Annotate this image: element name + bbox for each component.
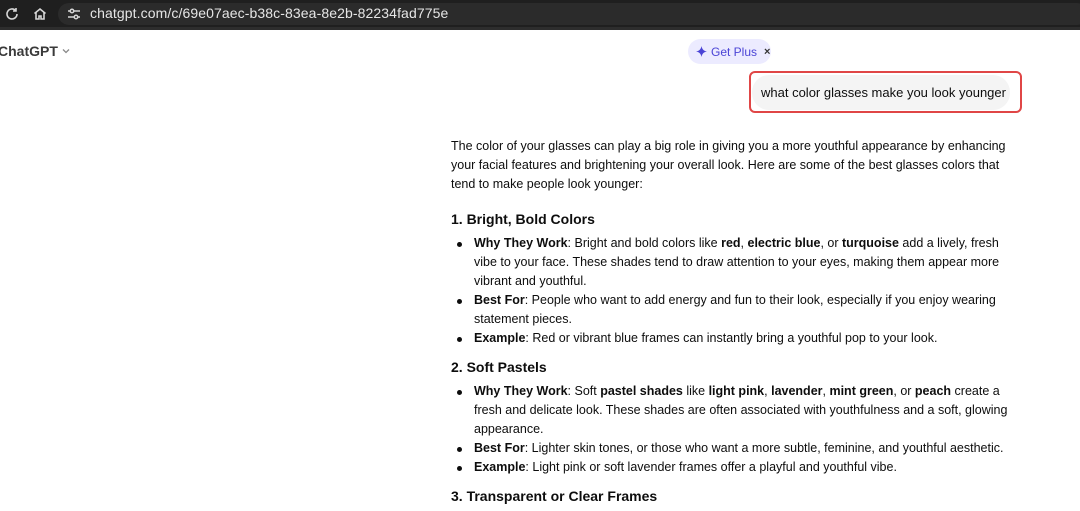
url-text[interactable]: chatgpt.com/c/69e07aec-b38c-83ea-8e2b-82… <box>90 5 448 21</box>
assistant-message: The color of your glasses can play a big… <box>451 137 1021 511</box>
section-heading: 1. Bright, Bold Colors <box>451 211 595 227</box>
annotation-highlight-box <box>749 71 1022 113</box>
item-bold: lavender <box>771 384 823 398</box>
chevron-down-icon <box>62 49 70 54</box>
home-icon[interactable] <box>32 6 48 22</box>
model-selector[interactable]: ChatGPT <box>0 43 71 59</box>
list-item: Best For: Lighter skin tones, or those w… <box>451 439 1021 458</box>
list-item: Best For: People who want to add energy … <box>451 291 1021 329</box>
item-label: Best For <box>474 441 525 455</box>
section-list: Why They Work: Bright and bold colors li… <box>451 234 1021 348</box>
item-text: like <box>682 384 709 398</box>
item-text: , or <box>893 384 915 398</box>
reload-icon[interactable] <box>4 6 20 22</box>
get-plus-label: Get Plus <box>711 44 758 59</box>
item-text: : Soft <box>567 384 601 398</box>
item-bold: electric blue <box>747 236 821 250</box>
sparkle-icon <box>696 46 707 57</box>
get-plus-button[interactable]: Get Plus × <box>688 39 771 64</box>
item-label: Example <box>474 331 526 345</box>
list-item: Example: Red or vibrant blue frames can … <box>451 329 1021 348</box>
item-label: Why They Work <box>474 236 568 250</box>
section-list: Why They Work: Soft pastel shades like l… <box>451 382 1021 477</box>
item-label: Why They Work <box>474 384 568 398</box>
section-heading: 2. Soft Pastels <box>451 359 547 375</box>
item-bold: red <box>721 236 741 250</box>
item-label: Example <box>474 460 526 474</box>
browser-toolbar: chatgpt.com/c/69e07aec-b38c-83ea-8e2b-82… <box>0 0 1080 30</box>
item-text: : Red or vibrant blue frames can instant… <box>525 331 938 345</box>
item-bold: turquoise <box>842 236 899 250</box>
item-bold: peach <box>914 384 952 398</box>
item-bold: light pink <box>708 384 765 398</box>
reply-intro: The color of your glasses can play a big… <box>451 139 1006 191</box>
item-text: : People who want to add energy and fun … <box>474 293 996 326</box>
item-label: Best For <box>474 293 525 307</box>
item-text: , or <box>820 236 842 250</box>
section-heading: 3. Transparent or Clear Frames <box>451 488 658 504</box>
item-text: : Lighter skin tones, or those who want … <box>524 441 1004 455</box>
site-settings-icon[interactable] <box>66 6 82 22</box>
item-text: : Bright and bold colors like <box>567 236 722 250</box>
model-label: ChatGPT <box>0 43 58 59</box>
list-item: Why They Work: Bright and bold colors li… <box>451 234 1021 291</box>
list-item: Why They Work: Soft pastel shades like l… <box>451 382 1021 439</box>
item-text: : Light pink or soft lavender frames off… <box>525 460 897 474</box>
item-text: , <box>740 236 748 250</box>
close-icon[interactable]: × <box>764 46 770 58</box>
list-item: Example: Light pink or soft lavender fra… <box>451 458 1021 477</box>
item-bold: pastel shades <box>600 384 683 398</box>
item-bold: mint green <box>829 384 894 398</box>
